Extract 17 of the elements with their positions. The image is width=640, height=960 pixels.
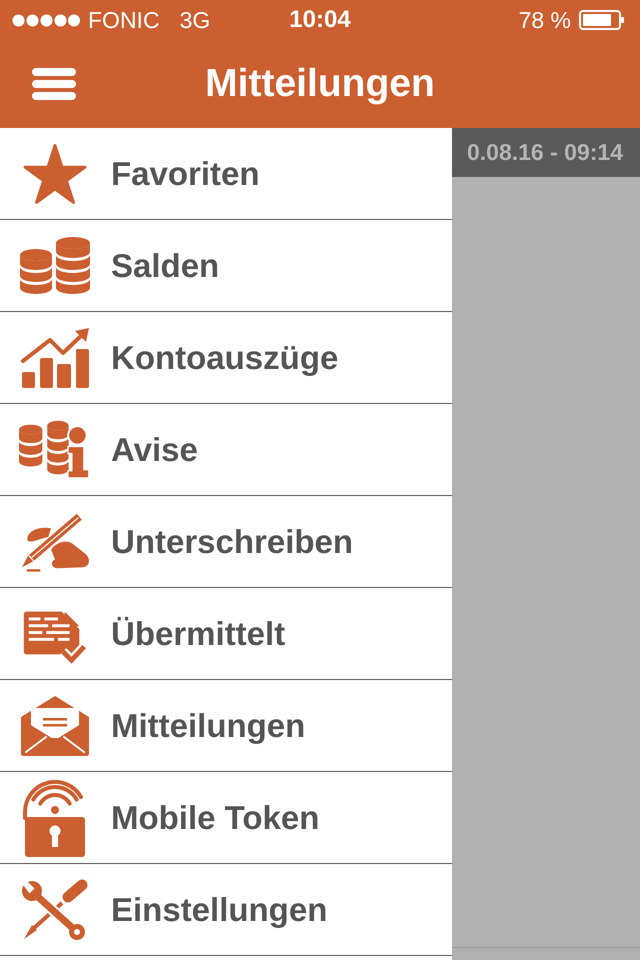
coins-info-icon	[19, 419, 91, 480]
battery-icon	[579, 10, 625, 30]
menu-button[interactable]	[32, 68, 76, 100]
carrier-name: FONIC	[88, 8, 160, 32]
star-icon	[23, 144, 87, 204]
signal-strength-icon	[12, 14, 80, 26]
screen-title: Mitteilungen	[205, 64, 435, 104]
battery-percentage: 78 %	[518, 8, 571, 32]
bar-chart-icon	[20, 326, 90, 388]
network-type: 3G	[180, 8, 210, 32]
menu-icon	[32, 68, 76, 100]
coin-stacks-icon	[20, 236, 90, 296]
status-time: 10:04	[289, 8, 351, 32]
padlock-signal-icon	[22, 778, 88, 858]
message-date: 0.08.16 - 09:14	[466, 141, 623, 164]
wrench-screwdriver-icon	[21, 878, 89, 942]
envelope-letter-icon	[21, 694, 89, 756]
